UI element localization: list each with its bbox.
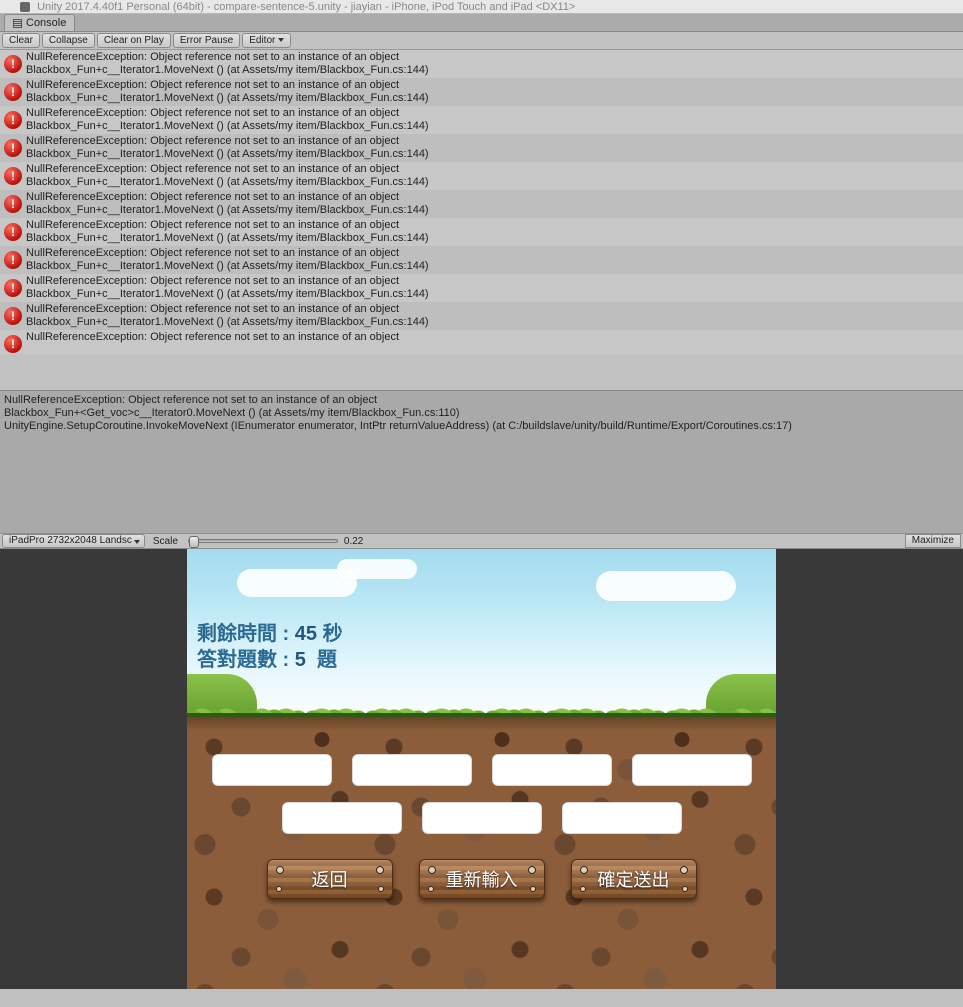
score-row: 答對題數 : 5 題 xyxy=(197,647,343,673)
console-log-list[interactable]: NullReferenceException: Object reference… xyxy=(0,50,963,390)
submit-button[interactable]: 確定送出 xyxy=(571,859,697,899)
error-icon xyxy=(4,111,22,129)
answer-slots xyxy=(187,754,776,834)
log-entry[interactable]: NullReferenceException: Object reference… xyxy=(0,106,963,134)
console-detail[interactable]: NullReferenceException: Object reference… xyxy=(0,390,963,533)
score-unit: 題 xyxy=(317,649,337,671)
answer-slot[interactable] xyxy=(632,754,752,786)
log-entry[interactable]: NullReferenceException: Object reference… xyxy=(0,50,963,78)
error-icon xyxy=(4,335,22,353)
cloud xyxy=(337,559,417,579)
time-unit: 秒 xyxy=(323,623,343,645)
grass-strip xyxy=(187,679,776,721)
answer-slot[interactable] xyxy=(282,802,402,834)
time-row: 剩餘時間 : 45 秒 xyxy=(197,621,343,647)
console-panel: Console Clear Collapse Clear on Play Err… xyxy=(0,14,963,533)
reset-button[interactable]: 重新輸入 xyxy=(419,859,545,899)
error-icon xyxy=(4,55,22,73)
error-icon xyxy=(4,195,22,213)
score-label: 答對題數 : xyxy=(197,649,289,671)
panel-tabs: Console xyxy=(0,14,963,32)
tab-console[interactable]: Console xyxy=(4,14,75,31)
scale-value: 0.22 xyxy=(344,536,363,547)
window-title: Unity 2017.4.40f1 Personal (64bit) - com… xyxy=(37,1,575,13)
scale-slider[interactable] xyxy=(188,539,338,543)
unity-icon xyxy=(20,2,30,12)
log-text: NullReferenceException: Object reference… xyxy=(26,219,429,245)
submit-label: 確定送出 xyxy=(598,866,670,892)
scale-label: Scale xyxy=(153,536,178,547)
window-titlebar: Unity 2017.4.40f1 Personal (64bit) - com… xyxy=(0,0,963,14)
cloud xyxy=(596,571,736,601)
log-entry[interactable]: NullReferenceException: Object reference… xyxy=(0,162,963,190)
log-entry[interactable]: NullReferenceException: Object reference… xyxy=(0,134,963,162)
error-icon xyxy=(4,223,22,241)
score-value: 5 xyxy=(295,649,306,671)
back-label: 返回 xyxy=(312,866,348,892)
error-pause-button[interactable]: Error Pause xyxy=(173,33,240,48)
answer-slot[interactable] xyxy=(352,754,472,786)
answer-slot[interactable] xyxy=(492,754,612,786)
error-icon xyxy=(4,139,22,157)
log-entry[interactable]: NullReferenceException: Object reference… xyxy=(0,246,963,274)
collapse-button[interactable]: Collapse xyxy=(42,33,95,48)
console-toolbar: Clear Collapse Clear on Play Error Pause… xyxy=(0,32,963,50)
log-text: NullReferenceException: Object reference… xyxy=(26,247,429,273)
game-view-toolbar: iPadPro 2732x2048 Landsc Scale 0.22 Maxi… xyxy=(0,533,963,549)
log-text: NullReferenceException: Object reference… xyxy=(26,191,429,217)
log-text: NullReferenceException: Object reference… xyxy=(26,303,429,329)
time-label: 剩餘時間 : xyxy=(197,623,289,645)
error-icon xyxy=(4,251,22,269)
log-text: NullReferenceException: Object reference… xyxy=(26,79,429,105)
log-text: NullReferenceException: Object reference… xyxy=(26,135,429,161)
game-canvas[interactable]: 剩餘時間 : 45 秒 答對題數 : 5 題 返回 重新輸入 xyxy=(187,549,776,989)
error-icon xyxy=(4,83,22,101)
game-view: 剩餘時間 : 45 秒 答對題數 : 5 題 返回 重新輸入 xyxy=(0,549,963,989)
error-icon xyxy=(4,279,22,297)
slider-thumb[interactable] xyxy=(189,536,199,548)
log-entry[interactable]: NullReferenceException: Object reference… xyxy=(0,302,963,330)
reset-label: 重新輸入 xyxy=(446,866,518,892)
tab-menu-icon xyxy=(13,19,22,28)
error-icon xyxy=(4,307,22,325)
answer-slot[interactable] xyxy=(422,802,542,834)
log-entry[interactable]: NullReferenceException: Object reference… xyxy=(0,330,963,354)
log-text: NullReferenceException: Object reference… xyxy=(26,331,399,344)
aspect-dropdown[interactable]: iPadPro 2732x2048 Landsc xyxy=(2,534,145,548)
log-text: NullReferenceException: Object reference… xyxy=(26,163,429,189)
log-entry[interactable]: NullReferenceException: Object reference… xyxy=(0,218,963,246)
back-button[interactable]: 返回 xyxy=(267,859,393,899)
clear-on-play-button[interactable]: Clear on Play xyxy=(97,33,171,48)
tab-label: Console xyxy=(26,15,66,31)
hud: 剩餘時間 : 45 秒 答對題數 : 5 題 xyxy=(197,621,343,673)
error-icon xyxy=(4,167,22,185)
answer-slot[interactable] xyxy=(212,754,332,786)
answer-slot[interactable] xyxy=(562,802,682,834)
maximize-button[interactable]: Maximize xyxy=(905,534,961,548)
log-entry[interactable]: NullReferenceException: Object reference… xyxy=(0,274,963,302)
log-text: NullReferenceException: Object reference… xyxy=(26,107,429,133)
clear-button[interactable]: Clear xyxy=(2,33,40,48)
log-text: NullReferenceException: Object reference… xyxy=(26,275,429,301)
wood-button-bar: 返回 重新輸入 確定送出 xyxy=(187,859,776,899)
editor-dropdown[interactable]: Editor xyxy=(242,33,291,48)
time-value: 45 xyxy=(295,623,317,645)
log-entry[interactable]: NullReferenceException: Object reference… xyxy=(0,78,963,106)
log-entry[interactable]: NullReferenceException: Object reference… xyxy=(0,190,963,218)
log-text: NullReferenceException: Object reference… xyxy=(26,51,429,77)
